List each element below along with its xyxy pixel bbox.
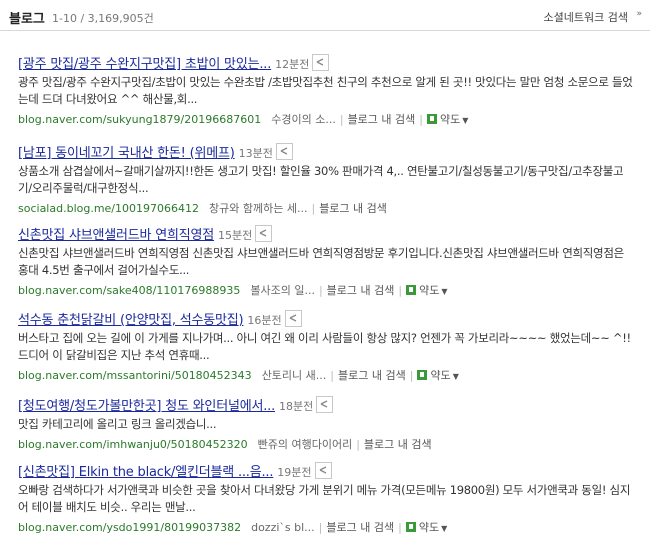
result-url[interactable]: socialad.blog.me/100197066412 [18, 202, 199, 215]
result-title-link[interactable]: [신촌맛집] Elkin the black/엘킨더블랙 ...음... [18, 465, 273, 480]
separator: | [318, 284, 323, 297]
blog-search-button[interactable]: 블로그 내 검색 [338, 369, 406, 382]
result-author[interactable]: 산토리니 새... [262, 369, 327, 382]
search-result: [광주 맛집/광주 수완지구맛집] 초밥이 맛있는... 12분전광주 맛집/광주… [18, 53, 643, 129]
map-button[interactable]: 약도 ▼ [427, 113, 468, 126]
blog-search-button[interactable]: 블로그 내 검색 [348, 113, 416, 126]
search-result: [남포] 동이네꼬기 국내산 한돈! (위메프) 13분전 상품소개 삼겹살에서~갈… [18, 142, 643, 218]
result-title-link[interactable]: [광주 맛집/광주 수완지구맛집] 초밥이 맛있는... [18, 57, 271, 72]
result-title-line: 신촌맛집 샤브앤샐러드바 연희직영점 15분전 [18, 224, 643, 244]
result-meta: blog.naver.com/mssantorini/50180452343 산토… [18, 367, 643, 385]
result-time: 19분전 [277, 466, 312, 479]
result-url[interactable]: blog.naver.com/sake408/110176988935 [18, 284, 240, 297]
blog-search-button[interactable]: 블로그 내 검색 [326, 521, 394, 534]
separator: | [330, 369, 334, 382]
map-label: 약도 [440, 113, 461, 126]
result-description: 광주 맛집/광주 수완지구맛집/초밥이 맛있는 수완초밥 /초밥맛집추천 친구의… [18, 75, 633, 106]
result-author[interactable]: 볼사조의 일... [250, 284, 315, 297]
result-title-link[interactable]: [남포] 동이네꼬기 국내산 한돈! (위메프) [18, 146, 235, 161]
chevron-down-icon: ▼ [441, 524, 448, 533]
result-meta: blog.naver.com/ysdo1991/80199037382 dozzi… [18, 519, 643, 537]
separator: | [419, 113, 423, 126]
result-meta: socialad.blog.me/100197066412 창규와 함께하는 세.… [18, 200, 643, 218]
result-description: 맛집 카테고리에 올리고 링크 올리겠습니... [18, 417, 217, 431]
search-result: 신촌맛집 샤브앤샐러드바 연희직영점 15분전 신촌맛집 샤브앤샐러드바 연희직영점… [18, 224, 643, 300]
map-icon [405, 522, 416, 532]
result-description: 신촌맛집 샤브앤샐러드바 연희직영점 신촌맛집 샤브앤샐러드바 연희직영점방문 … [18, 246, 624, 277]
chevron-down-icon: ▼ [462, 116, 469, 125]
share-icon[interactable] [312, 54, 330, 71]
blog-search-button[interactable]: 블로그 내 검색 [364, 438, 432, 451]
map-label: 약도 [419, 284, 440, 297]
share-icon[interactable] [275, 143, 293, 160]
chevron-down-icon: ▼ [452, 372, 459, 381]
separator: | [311, 202, 316, 215]
result-time: 13분전 [238, 147, 273, 160]
blog-search-button[interactable]: 블로그 내 검색 [327, 284, 395, 297]
result-url[interactable]: blog.naver.com/mssantorini/50180452343 [18, 369, 252, 382]
blog-search-button[interactable]: 블로그 내 검색 [319, 202, 387, 215]
result-description: 버스타고 집에 오는 길에 이 가게를 지나가며... 아니 여긴 왜 이리 사… [18, 331, 631, 362]
map-icon [417, 370, 428, 380]
result-author[interactable]: 창규와 함께하는 세... [209, 202, 307, 215]
result-url[interactable]: blog.naver.com/imhwanju0/50180452320 [18, 438, 248, 451]
share-icon[interactable] [314, 462, 332, 479]
share-icon[interactable] [316, 396, 334, 413]
separator: | [398, 521, 402, 534]
map-button[interactable]: 약도 ▼ [405, 521, 448, 534]
result-meta: blog.naver.com/sukyung1879/20196687601 수경… [18, 111, 643, 129]
result-time: 12분전 [275, 58, 310, 71]
separator: | [339, 113, 344, 126]
result-time: 18분전 [279, 400, 314, 413]
result-count: 1-10 / 3,169,905건 [52, 12, 154, 25]
result-title-line: [광주 맛집/광주 수완지구맛집] 초밥이 맛있는... 12분전 [18, 53, 643, 73]
results-header: 블로그 1-10 / 3,169,905건 소셜네트워크 검색 » [0, 0, 650, 31]
separator: | [318, 521, 323, 534]
result-title-line: [남포] 동이네꼬기 국내산 한돈! (위메프) 13분전 [18, 142, 643, 162]
result-url[interactable]: blog.naver.com/sukyung1879/20196687601 [18, 113, 261, 126]
result-title-link[interactable]: 석수동 춘천닭갈비 (안양맛집, 석수동맛집) [18, 313, 244, 328]
result-meta: blog.naver.com/imhwanju0/50180452320 빤쥬의 … [18, 436, 643, 454]
result-time: 16분전 [247, 314, 282, 327]
social-network-search-link[interactable]: 소셜네트워크 검색 [544, 9, 628, 25]
result-author[interactable]: dozzi`s bl... [251, 521, 315, 534]
separator: | [409, 369, 414, 382]
map-icon [406, 285, 417, 295]
map-label: 약도 [418, 521, 440, 534]
result-title-line: [청도여행/청도가볼만한곳] 청도 와인터널에서... 18분전 [18, 395, 643, 415]
result-author[interactable]: 수경이의 소... [271, 113, 336, 126]
search-result: [청도여행/청도가볼만한곳] 청도 와인터널에서... 18분전맛집 카테고리에 … [18, 395, 643, 454]
section-title: 블로그 [9, 12, 45, 27]
result-title-line: 석수동 춘천닭갈비 (안양맛집, 석수동맛집) 16분전 [18, 309, 643, 329]
result-description: 오빠랑 검색하다가 서가앤쿡과 비슷한 곳을 찾아서 다녀왔당 가게 분위기 메… [18, 483, 631, 514]
map-button[interactable]: 약도 ▼ [406, 284, 448, 297]
result-meta: blog.naver.com/sake408/110176988935 볼사조의 … [18, 282, 643, 300]
result-title-link[interactable]: 신촌맛집 샤브앤샐러드바 연희직영점 [18, 228, 214, 243]
separator: | [356, 438, 360, 451]
result-description: 상품소개 삼겹살에서~갈매기살까지!!한돈 생고기 맛집! 할인율 30% 판매… [18, 164, 624, 195]
chevron-down-icon: ▼ [441, 287, 448, 296]
result-title-link[interactable]: [청도여행/청도가볼만한곳] 청도 와인터널에서... [18, 399, 275, 414]
result-url[interactable]: blog.naver.com/ysdo1991/80199037382 [18, 521, 241, 534]
double-chevron-right-icon[interactable]: » [636, 9, 642, 19]
share-icon[interactable] [284, 310, 302, 327]
result-author[interactable]: 빤쥬의 여행다이어리 [258, 438, 353, 451]
search-result: 석수동 춘천닭갈비 (안양맛집, 석수동맛집) 16분전 버스타고 집에 오는 길에… [18, 309, 643, 385]
search-result: [신촌맛집] Elkin the black/엘킨더블랙 ...음... 19분전… [18, 461, 643, 537]
separator: | [398, 284, 403, 297]
map-icon [427, 114, 437, 124]
share-icon[interactable] [255, 225, 273, 242]
map-button[interactable]: 약도 ▼ [417, 369, 459, 382]
map-label: 약도 [430, 369, 451, 382]
result-time: 15분전 [218, 229, 253, 242]
result-title-line: [신촌맛집] Elkin the black/엘킨더블랙 ...음... 19분전 [18, 461, 643, 481]
